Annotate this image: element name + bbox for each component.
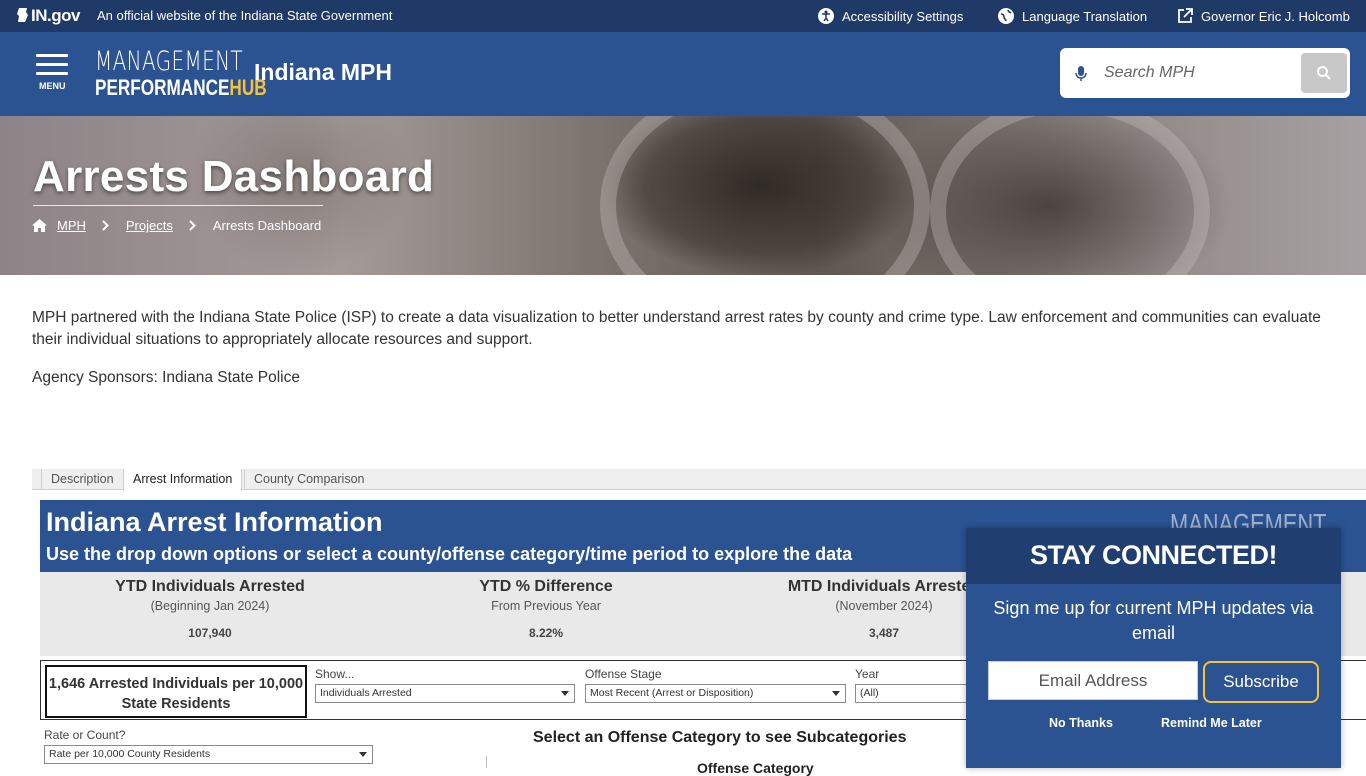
dropdown-arrow-icon [561,691,569,696]
home-icon[interactable] [32,219,47,232]
title-divider [33,205,323,206]
hamburger-icon-bar [36,63,68,66]
governor-link[interactable]: Governor Eric J. Holcomb [1177,8,1350,24]
kpi-title: YTD Individuals Arrested [115,578,305,595]
in-gov-logo[interactable]: IN.gov [16,6,80,26]
breadcrumb-projects[interactable]: Projects [126,218,173,233]
kpi-title: YTD % Difference [479,578,613,595]
kpi-value: 107,940 [188,626,232,640]
breadcrumb-mph[interactable]: MPH [57,218,86,233]
offense-stage-dropdown[interactable]: Most Recent (Arrest or Disposition) [585,684,846,703]
dropdown-value: Most Recent (Arrest or Disposition) [590,687,754,699]
logo-performance: PERFORMANCE [95,75,230,100]
menu-button[interactable]: MENU [36,54,70,94]
filter-rate-or-count: Rate or Count? Rate per 10,000 County Re… [44,728,373,764]
tab-arrest-information[interactable]: Arrest Information [123,469,243,491]
stay-connected-popup: STAY CONNECTED! Sign me up for current M… [966,528,1341,768]
search-button[interactable] [1301,53,1347,93]
dropdown-value: Rate per 10,000 County Residents [49,748,211,760]
indiana-state-icon [17,8,28,22]
globe-icon [998,8,1014,24]
no-thanks-link[interactable]: No Thanks [1049,716,1113,730]
language-translation-link[interactable]: Language Translation [998,8,1147,24]
email-field[interactable] [988,661,1198,700]
menu-label: MENU [39,81,66,91]
site-header: MENU MANAGEMENT PERFORMANCEHUB Indiana M… [0,32,1366,116]
search-icon [1317,66,1331,80]
dropdown-arrow-icon [832,691,840,696]
site-title[interactable]: Indiana MPH [254,59,392,86]
page-title: Arrests Dashboard [33,152,435,201]
rate-or-count-dropdown[interactable]: Rate per 10,000 County Residents [44,745,373,764]
intro-paragraph: MPH partnered with the Indiana State Pol… [32,309,1321,348]
popup-title: STAY CONNECTED! [966,528,1341,584]
filter-label: Offense Stage [585,667,662,681]
filter-label: Rate or Count? [44,728,126,742]
state-rate-box: 1,646 Arrested Individuals per 10,000 St… [45,665,307,718]
show-dropdown[interactable]: Individuals Arrested [315,684,575,703]
offense-category-heading: Offense Category [697,760,814,776]
accessibility-settings-link[interactable]: Accessibility Settings [818,8,963,24]
kpi-ytd-arrested: YTD Individuals Arrested (Beginning Jan … [40,578,380,640]
kpi-subtitle: (Beginning Jan 2024) [150,599,270,613]
dashboard-subtitle: Use the drop down options or select a co… [46,544,853,564]
hero-background-shape [930,116,1210,275]
hamburger-icon-bar [36,72,68,75]
select-category-heading: Select an Offense Category to see Subcat… [533,729,907,746]
filter-show: Show... Individuals Arrested [315,667,575,703]
official-top-bar: IN.gov An official website of the Indian… [0,0,1366,32]
tab-description[interactable]: Description [41,469,123,490]
external-link-icon [1177,8,1193,24]
filter-offense-stage: Offense Stage Most Recent (Arrest or Dis… [585,667,846,703]
hero-banner: Arrests Dashboard MPH Projects Arrests D… [0,116,1366,275]
agency-sponsors: Agency Sponsors: Indiana State Police [32,369,300,386]
popup-description: Sign me up for current MPH updates via e… [993,598,1314,643]
microphone-icon[interactable] [1074,65,1088,83]
chevron-right-icon [187,220,199,231]
hamburger-icon [36,54,68,57]
kpi-subtitle: From Previous Year [491,599,601,613]
search-box [1060,48,1350,98]
dropdown-arrow-icon [359,752,367,757]
breadcrumb-current: Arrests Dashboard [212,218,322,233]
logo-line-performance-hub: PERFORMANCEHUB [95,75,267,100]
dashboard-title: Indiana Arrest Information [46,507,383,537]
hero-background-shape [600,116,930,275]
dashboard-tabs: Description Arrest Information County Co… [32,469,1366,491]
filter-label: Show... [315,667,355,681]
breadcrumb: MPH Projects Arrests Dashboard [32,218,321,233]
official-website-text: An official website of the Indiana State… [97,8,393,23]
kpi-value: 8.22% [528,626,564,640]
kpi-ytd-difference: YTD % Difference From Previous Year 8.22… [376,578,716,640]
chevron-right-icon [100,220,112,231]
dropdown-value: Individuals Arrested [320,687,412,699]
search-input[interactable] [1104,60,1304,86]
divider [486,756,487,768]
accessibility-icon [818,8,834,24]
dropdown-value: (All) [860,687,879,699]
subscribe-button[interactable]: Subscribe [1203,661,1319,703]
remind-me-later-link[interactable]: Remind Me Later [1161,716,1262,730]
logo-line-management: MANAGEMENT [95,46,243,77]
tab-county-comparison[interactable]: County Comparison [244,469,373,490]
